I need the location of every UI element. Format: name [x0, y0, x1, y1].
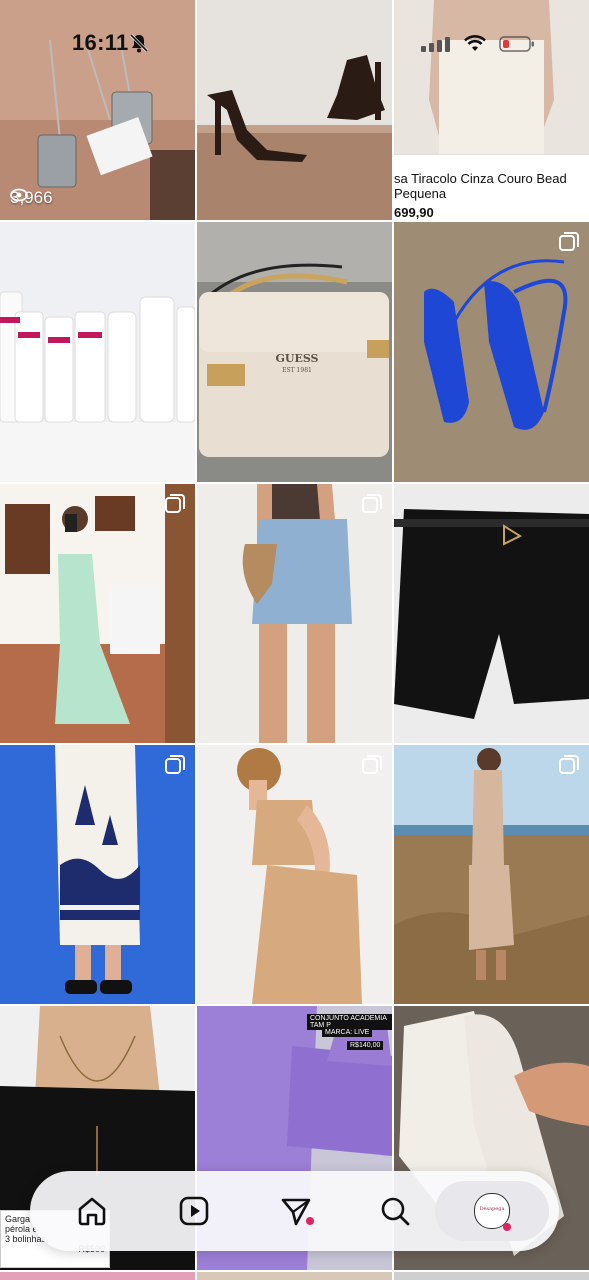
carousel-icon [362, 755, 382, 775]
wifi-icon [464, 35, 486, 51]
grid-post-9[interactable] [0, 745, 195, 1004]
beach-dress-photo [394, 745, 589, 1004]
product-name: sa Tiracolo Cinza Couro Bead [394, 171, 567, 186]
status-bar: 16:11 [0, 0, 589, 90]
bottom-navigation-bar: Desapega [30, 1171, 559, 1251]
grid-post-6[interactable] [0, 484, 195, 743]
handbag-photo: GUESS EST 1981 [197, 222, 392, 482]
print-skirt-photo [0, 745, 195, 1004]
denim-skirt-photo [197, 484, 392, 743]
status-indicators [421, 33, 535, 55]
cellular-signal-icon [421, 37, 450, 52]
carousel-icon [165, 494, 185, 514]
carousel-icon [559, 232, 579, 252]
grid-post-16[interactable] [197, 1272, 392, 1280]
grid-post-15[interactable] [0, 1272, 195, 1280]
mirror-selfie-photo [0, 484, 195, 743]
product-caption: sa Tiracolo Cinza Couro Bead Pequena 699… [394, 154, 589, 220]
carousel-icon [165, 755, 185, 775]
grid-post-10[interactable] [197, 745, 392, 1004]
search-icon [381, 1197, 410, 1226]
grid-post-4[interactable]: GUESS EST 1981 [197, 222, 392, 482]
grid-post-11[interactable] [394, 745, 589, 1004]
overlay-price: R$140,00 [347, 1041, 384, 1050]
nav-home-button[interactable] [52, 1171, 132, 1251]
tan-dress-photo [197, 745, 392, 1004]
home-icon [78, 1197, 106, 1226]
skincare-photo [0, 222, 195, 482]
black-shorts-photo [394, 484, 589, 743]
grid-post-5[interactable] [394, 222, 589, 482]
grid-post-7[interactable] [197, 484, 392, 743]
grid-post-8[interactable] [394, 484, 589, 743]
carousel-icon [559, 755, 579, 775]
profile-notification-dot [503, 1223, 511, 1231]
direct-notification-dot [306, 1217, 314, 1225]
nav-direct-button[interactable] [256, 1171, 336, 1251]
blue-sandals-photo [394, 222, 589, 482]
bag-brand-text: GUESS [275, 352, 318, 365]
nav-profile-button[interactable]: Desapega [435, 1181, 549, 1241]
eye-icon [10, 188, 28, 202]
bag-brand-sub: EST 1981 [282, 367, 312, 374]
nav-reels-button[interactable] [154, 1171, 234, 1251]
grid-post-3[interactable] [0, 222, 195, 482]
product-name-line2: Pequena [394, 186, 447, 201]
bell-slash-icon [129, 33, 149, 53]
reels-icon [179, 1196, 209, 1226]
grid-post-17[interactable] [394, 1272, 589, 1280]
avatar-label: Desapega [479, 1206, 505, 1212]
nav-search-button[interactable] [355, 1171, 435, 1251]
battery-low-icon [499, 36, 534, 52]
view-count: 3,966 [10, 188, 53, 208]
product-price: 699,90 [394, 205, 434, 220]
profile-grid: 3,966 sa Tiracolo Cinza Couro Bead Peque… [0, 0, 589, 1280]
status-time: 16:11 [72, 30, 129, 55]
overlay-brand: MARCA: LIVE [322, 1028, 373, 1037]
carousel-icon [362, 494, 382, 514]
